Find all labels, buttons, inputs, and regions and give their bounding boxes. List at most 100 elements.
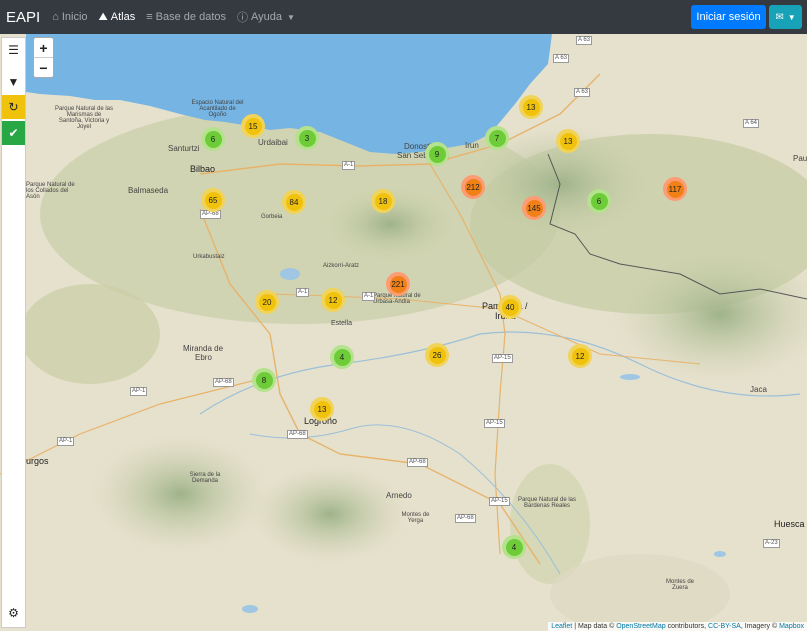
nav-atlas-label: Atlas <box>110 11 136 23</box>
login-button[interactable]: Iniciar sesión <box>691 5 766 29</box>
home-icon: ⌂ <box>52 11 59 23</box>
cluster-count: 26 <box>428 346 446 364</box>
place-bilbao: Bilbao <box>190 164 216 174</box>
marker-cluster[interactable]: 40 <box>498 295 522 319</box>
place-santurtzi: Santurtzi <box>168 144 200 153</box>
marker-cluster[interactable]: 65 <box>201 188 225 212</box>
brand-logo[interactable]: EAPI <box>6 9 40 26</box>
road-ap68: AP-68 <box>455 514 476 523</box>
place-aizkorri: Aizkorri-Aratz <box>323 263 360 269</box>
marker-cluster[interactable]: 13 <box>310 397 334 421</box>
map-tiles <box>0 34 807 631</box>
place-burgos: urgos <box>26 456 49 466</box>
cluster-count: 145 <box>525 199 543 217</box>
marker-cluster[interactable]: 9 <box>425 142 449 166</box>
cc-link[interactable]: CC-BY-SA <box>708 623 741 630</box>
marker-cluster[interactable]: 221 <box>386 272 410 296</box>
cluster-count: 6 <box>590 192 608 210</box>
place-irun: Irun <box>465 141 479 150</box>
cluster-count: 20 <box>258 293 276 311</box>
marker-cluster[interactable]: 12 <box>321 288 345 312</box>
marker-cluster[interactable]: 26 <box>425 343 449 367</box>
marker-cluster[interactable]: 212 <box>461 175 485 199</box>
cluster-count: 13 <box>313 400 331 418</box>
mapbox-link[interactable]: Mapbox <box>779 623 804 630</box>
marker-cluster[interactable]: 6 <box>587 189 611 213</box>
marker-cluster[interactable]: 18 <box>371 189 395 213</box>
nav-base-de-datos[interactable]: ≡ Base de datos <box>146 11 226 23</box>
settings-button[interactable]: ⚙ <box>2 601 25 625</box>
place-urdaibai: Urdaibai <box>258 138 288 147</box>
attribution-text: | Map data © <box>572 623 617 630</box>
cluster-count: 12 <box>571 347 589 365</box>
place-arnedo: Arnedo <box>386 491 412 500</box>
osm-link[interactable]: OpenStreetMap <box>616 623 665 630</box>
nav-ayuda-dropdown[interactable]: ⓘ Ayuda ▼ <box>237 9 295 25</box>
marker-cluster[interactable]: 8 <box>252 368 276 392</box>
refresh-button[interactable]: ↻ <box>2 95 25 119</box>
nav-atlas[interactable]: ⛰ Atlas <box>99 11 136 24</box>
place-huesca: Huesca <box>774 519 805 529</box>
refresh-icon: ↻ <box>8 100 19 114</box>
marker-cluster[interactable]: 7 <box>485 126 509 150</box>
cluster-count: 13 <box>559 132 577 150</box>
cluster-count: 15 <box>244 117 262 135</box>
language-flag-icon: ✉ <box>775 11 784 23</box>
zoom-out-button[interactable]: − <box>34 57 53 77</box>
place-urkabustaiz: Urkabustaiz <box>193 254 225 260</box>
cluster-count: 6 <box>204 130 222 148</box>
nav-base-de-datos-label: Base de datos <box>155 11 227 23</box>
place-pau: Pau <box>793 154 807 163</box>
place-montes-yerga: Montes de Yerga <box>401 512 430 524</box>
road-a63: A 63 <box>576 36 593 45</box>
map-attribution: Leaflet | Map data © OpenStreetMap contr… <box>548 622 807 631</box>
road-ap1: AP-1 <box>57 437 75 446</box>
cluster-count: 221 <box>389 275 407 293</box>
nav-inicio[interactable]: ⌂ Inicio <box>52 11 87 23</box>
cluster-count: 117 <box>666 180 684 198</box>
road-ap15: AP-15 <box>492 354 513 363</box>
road-a64: A 64 <box>743 119 760 128</box>
marker-cluster[interactable]: 15 <box>241 114 265 138</box>
cluster-count: 4 <box>333 348 351 366</box>
marker-cluster[interactable]: 13 <box>556 129 580 153</box>
marker-cluster[interactable]: 4 <box>502 535 526 559</box>
leaflet-link[interactable]: Leaflet <box>551 623 572 630</box>
marker-cluster[interactable]: 12 <box>568 344 592 368</box>
check-button[interactable]: ✔ <box>2 121 25 145</box>
marker-cluster[interactable]: 145 <box>522 196 546 220</box>
marker-cluster[interactable]: 84 <box>282 190 306 214</box>
cluster-count: 13 <box>522 98 540 116</box>
cluster-count: 12 <box>324 291 342 309</box>
menu-button[interactable]: ☰ <box>2 38 25 62</box>
caret-down-icon: ▼ <box>787 12 796 22</box>
road-ap68: AP-68 <box>407 458 428 467</box>
road-a1: A-1 <box>362 292 376 301</box>
attribution-text: , Imagery © <box>740 623 780 630</box>
info-icon: ⓘ <box>237 12 249 24</box>
marker-cluster[interactable]: 20 <box>255 290 279 314</box>
cluster-count: 3 <box>298 129 316 147</box>
place-bardenas: Parque Natural de las Bardenas Reales <box>517 497 577 509</box>
map-sidebar: ☰ ▼ ↻ ✔ ⚙ <box>1 37 26 628</box>
marker-cluster[interactable]: 3 <box>295 126 319 150</box>
cluster-count: 7 <box>488 129 506 147</box>
language-dropdown-button[interactable]: ✉ ▼ <box>769 5 802 29</box>
place-montes-zuera: Montes de Zuera <box>665 579 695 591</box>
filter-button[interactable]: ▼ <box>2 70 25 94</box>
place-marismas: Parque Natural de las Marismas de Santoñ… <box>54 106 114 130</box>
marker-cluster[interactable]: 117 <box>663 177 687 201</box>
road-ap15: AP-15 <box>489 497 510 506</box>
road-ap15: AP-15 <box>484 419 505 428</box>
road-a23: A-23 <box>763 539 780 548</box>
zoom-in-button[interactable]: + <box>34 38 53 57</box>
marker-cluster[interactable]: 13 <box>519 95 543 119</box>
cluster-count: 212 <box>464 178 482 196</box>
cluster-count: 84 <box>285 193 303 211</box>
map-container[interactable]: Bilbao Santurtzi Balmaseda Donostia / Sa… <box>0 34 807 631</box>
database-icon: ≡ <box>146 11 153 23</box>
map-icon: ⛰ <box>98 10 108 23</box>
place-collados: Parque Natural de los Collados del Asón <box>26 182 75 200</box>
marker-cluster[interactable]: 4 <box>330 345 354 369</box>
marker-cluster[interactable]: 6 <box>201 127 225 151</box>
